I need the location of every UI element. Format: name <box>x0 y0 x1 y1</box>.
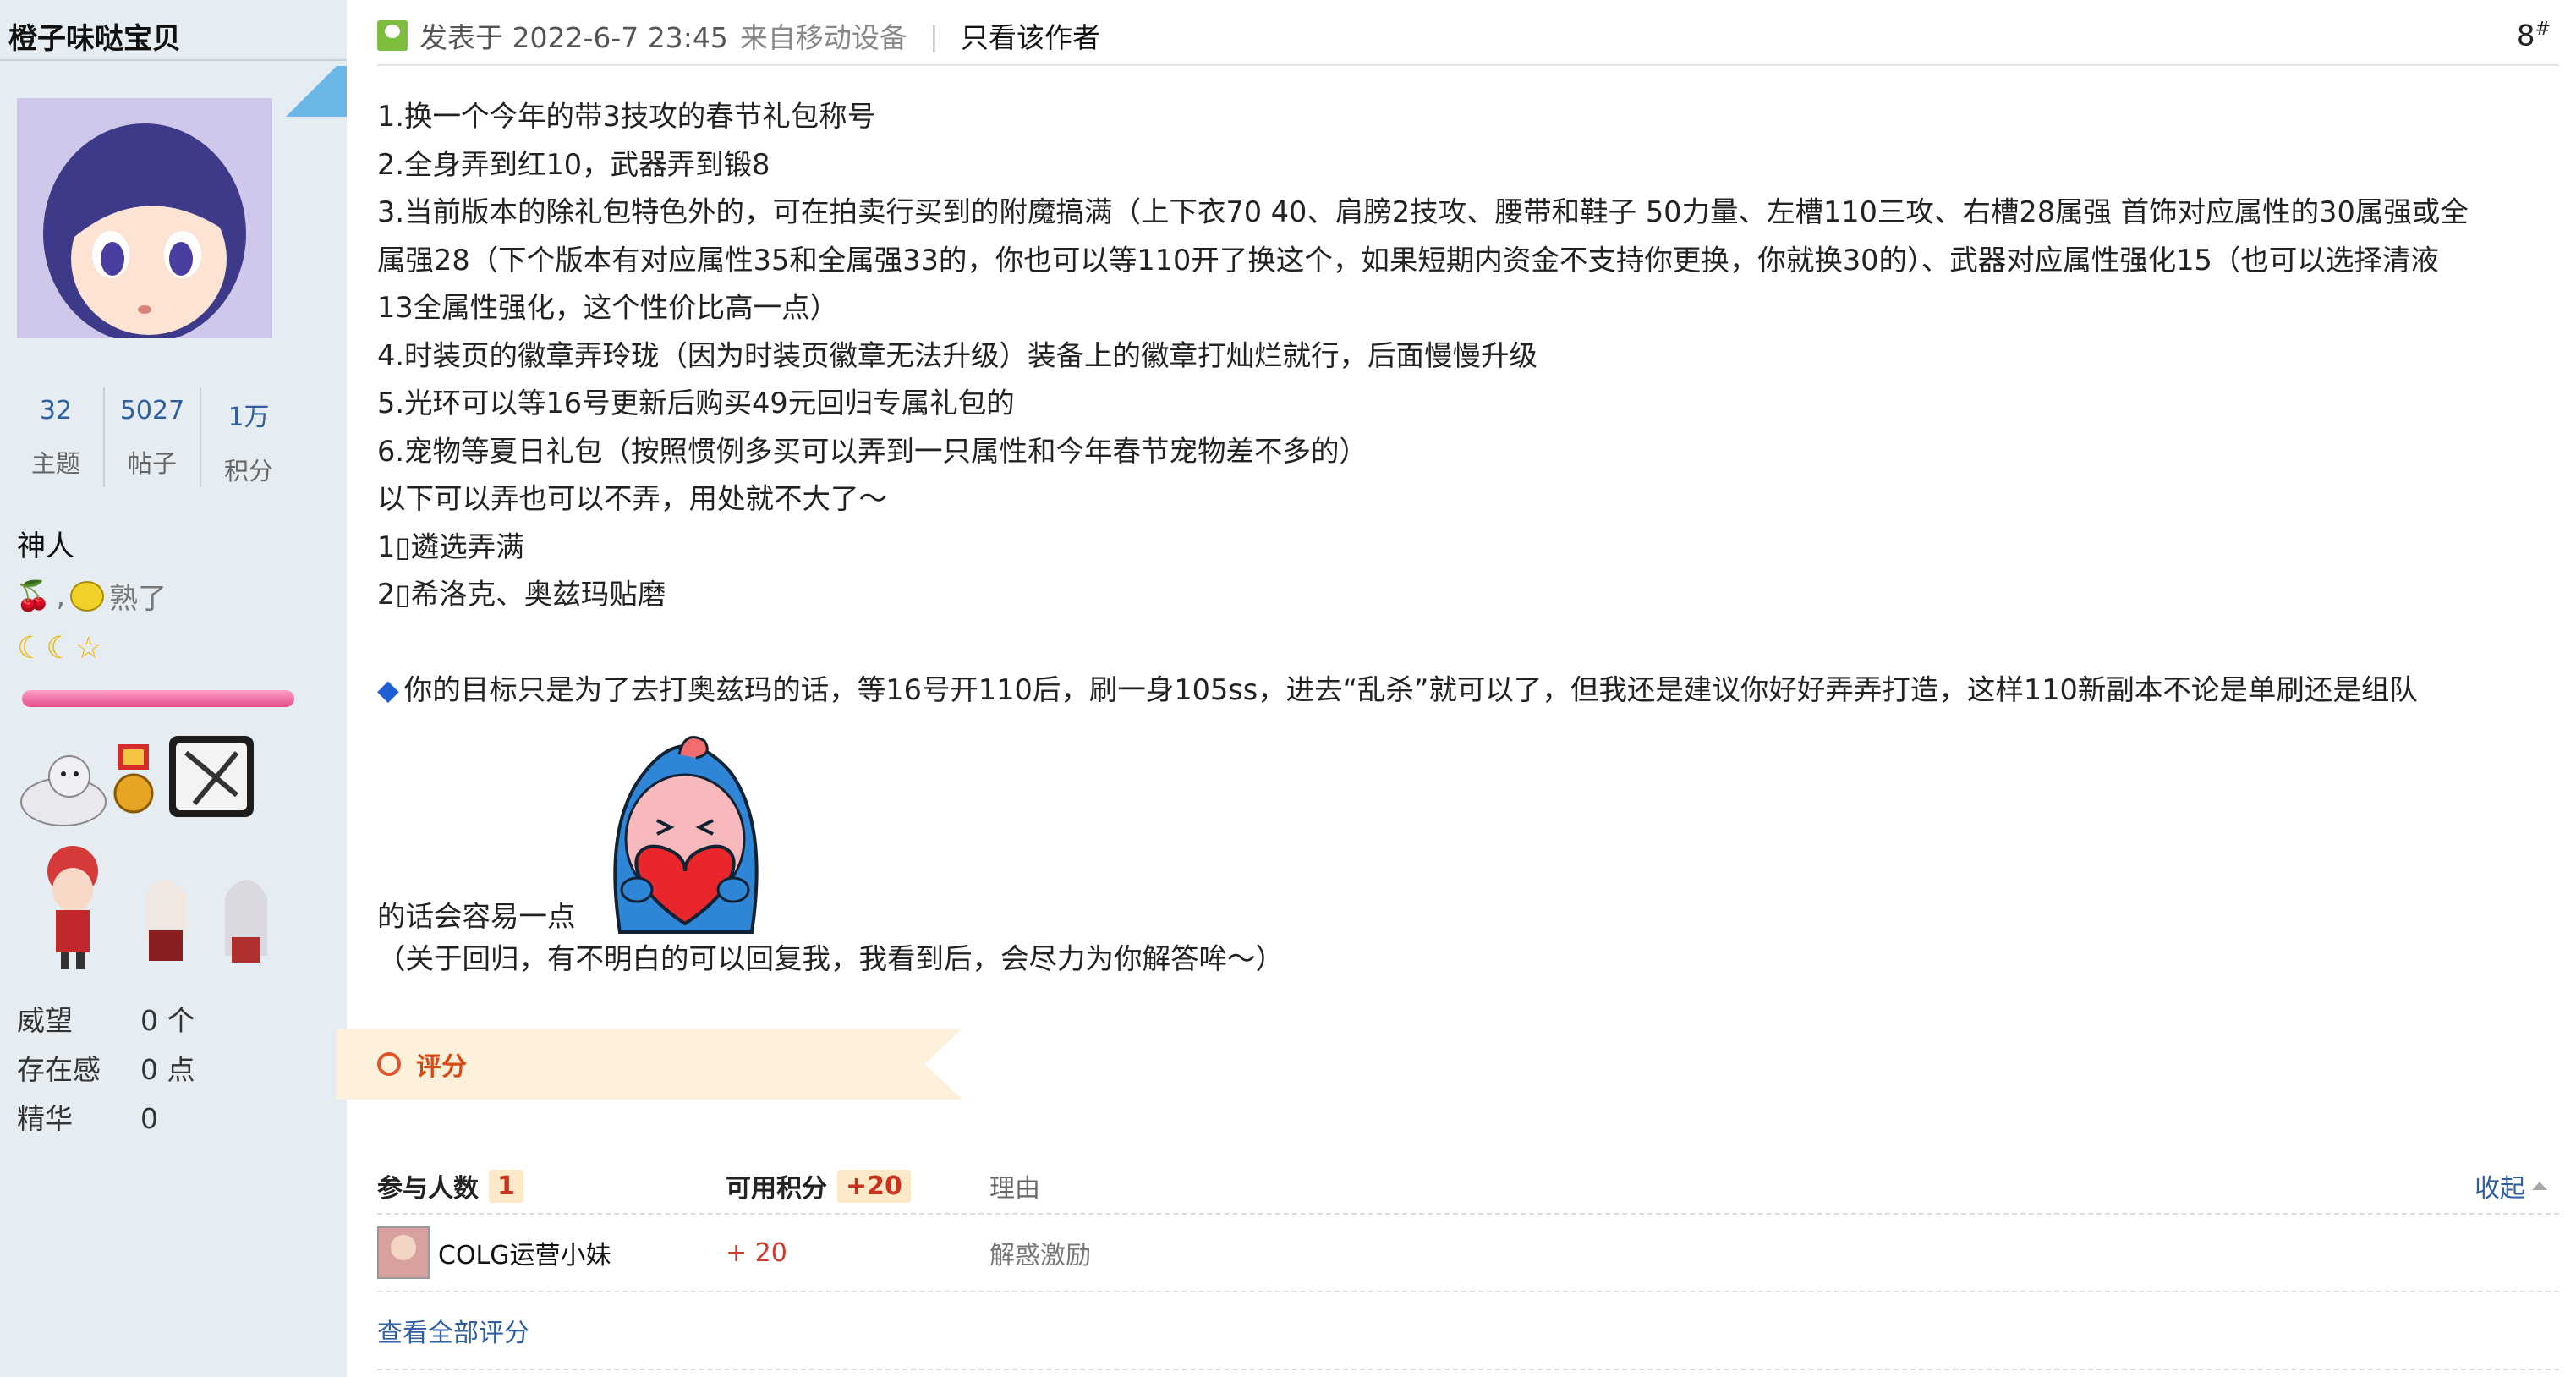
rater-avatar[interactable] <box>377 1226 430 1279</box>
stat-posts[interactable]: 5027 帖子 <box>103 387 200 487</box>
rating-reason: 解惑激励 <box>989 1241 1091 1270</box>
stat-value: 1万 <box>227 403 270 432</box>
post-type-icon <box>377 20 408 51</box>
rater-name[interactable]: COLG运营小妹 <box>438 1234 611 1271</box>
goal-line: ◆ 你的目标只是为了去打奥兹玛的话，等16号开110后，刷一身105ss，进去“乱… <box>377 667 2559 715</box>
view-all-ratings-link[interactable]: 查看全部评分 <box>377 1312 529 1349</box>
rating-row: COLG运营小妹 + 20 解惑激励 <box>377 1215 2559 1292</box>
goal-text: 你的目标只是为了去打奥兹玛的话，等16号开110后，刷一身105ss，进去“乱杀… <box>403 672 2418 706</box>
collapse-label: 收起 <box>2475 1174 2525 1204</box>
medal-line: 🍒 , 熟了 <box>15 575 167 617</box>
avatar-image <box>18 98 271 338</box>
stat-label: 帖子 <box>127 449 177 478</box>
reason-header: 理由 <box>989 1174 1040 1204</box>
stat-label: 主题 <box>30 449 80 478</box>
stat-credits[interactable]: 1万 积分 <box>200 387 296 487</box>
rating-title[interactable]: 评分 <box>377 1045 467 1083</box>
stat-value: 5027 <box>119 396 185 425</box>
post-line: 13全属性强化，这个性价比高一点） <box>377 291 839 324</box>
rating-table-header: 参与人数 1 可用积分 +20 理由 收起 <box>377 1159 2559 1215</box>
user-rank[interactable]: 神人 <box>17 523 74 564</box>
chevron-up-icon <box>2532 1182 2547 1190</box>
cherry-icon: 🍒 <box>15 579 52 613</box>
participants-cell: 参与人数 1 <box>377 1167 726 1204</box>
avatar[interactable] <box>17 98 272 338</box>
stat-threads[interactable]: 32 主题 <box>8 387 103 487</box>
closing-line: （关于回归，有不明白的可以回复我，我看到后，会尽力为你解答哞～） <box>377 942 1284 975</box>
gender-corner-tag <box>286 66 347 117</box>
points-total: +20 <box>837 1169 911 1203</box>
level-moons-icon: ☾☾☆ <box>17 631 104 666</box>
participants-count: 1 <box>489 1169 523 1203</box>
rating-title-text: 评分 <box>416 1052 467 1082</box>
lemon-icon <box>70 580 105 612</box>
ring-icon <box>377 1052 401 1076</box>
info-key: 精华 <box>17 1102 73 1135</box>
info-value: 0 个 <box>140 1004 195 1037</box>
post-line: 1.换一个今年的带3技攻的春节礼包称号 <box>377 100 876 133</box>
post-content: 1.换一个今年的带3技攻的春节礼包称号 2.全身弄到红10，武器弄到锻8 3.当… <box>377 93 2559 984</box>
info-key: 存在感 <box>17 1053 101 1086</box>
only-author-link[interactable]: 只看该作者 <box>961 15 1100 56</box>
info-value: 0 点 <box>140 1053 195 1086</box>
collapse-button[interactable]: 收起 <box>2475 1167 2547 1204</box>
author-name[interactable]: 橙子味哒宝贝 <box>8 15 181 57</box>
post-line: 4.时装页的徽章弄玲珑（因为时装页徽章无法升级）装备上的徽章打灿烂就行，后面慢慢… <box>377 338 1537 372</box>
post-line: 5.光环可以等16号更新后购买49元回归专属礼包的 <box>377 387 1015 420</box>
participants-label: 参与人数 <box>377 1174 479 1204</box>
post-time: 发表于 2022-6-7 23:45 <box>419 21 728 54</box>
rating-table: 参与人数 1 可用积分 +20 理由 收起 COLG运营小妹 + 20 解惑激励… <box>377 1159 2559 1370</box>
rating-footer: 查看全部评分 <box>377 1292 2559 1370</box>
author-extra-info: 威望 0 个 存在感 0 点 精华 0 <box>17 996 195 1144</box>
seal-medal-icons <box>20 736 254 826</box>
post-line: 以下可以弄也可以不弄，用处就不大了～ <box>377 482 887 515</box>
points-label: 可用积分 <box>726 1174 827 1204</box>
diamond-icon: ◆ <box>377 672 399 706</box>
header-underline <box>377 64 2559 66</box>
divider <box>0 59 347 61</box>
easier-text: 的话会容易一点 <box>377 900 576 933</box>
heart-sticker-icon <box>586 721 784 935</box>
info-reputation: 威望 0 个 <box>17 996 195 1045</box>
info-digest: 精华 0 <box>17 1094 195 1144</box>
post-line: 2▯希洛克、奥兹玛贴磨 <box>377 578 666 611</box>
points-cell: 可用积分 +20 <box>726 1167 989 1204</box>
character-sprite-icons <box>47 846 267 969</box>
post-line: 3.当前版本的除礼包特色外的，可在拍卖行买到的附魔搞满（上下衣70 40、肩膀2… <box>377 195 2469 228</box>
stat-label: 积分 <box>223 457 273 486</box>
post-line: 1▯遴选弄满 <box>377 529 524 563</box>
floor-value: 8 <box>2516 19 2535 53</box>
post-line: 属强28（下个版本有对应属性35和全属强33的，你也可以等110开了换这个，如果… <box>377 243 2439 277</box>
info-key: 威望 <box>17 1004 73 1037</box>
rater-cell: COLG运营小妹 <box>377 1226 726 1279</box>
character-badges-row[interactable] <box>14 837 284 973</box>
rating-points: + 20 <box>726 1237 787 1268</box>
medal-badges-row[interactable] <box>17 727 262 829</box>
medal-text: 熟了 <box>109 582 167 616</box>
author-stats: 32 主题 5027 帖子 1万 积分 <box>8 387 296 487</box>
sticker-line: 的话会容易一点 <box>377 721 2559 935</box>
post-line: 2.全身弄到红10，武器弄到锻8 <box>377 147 770 181</box>
stat-value: 32 <box>39 396 73 425</box>
floor-mark: # <box>2535 18 2551 40</box>
post-line: 6.宠物等夏日礼包（按照惯例多买可以弄到一只属性和今年春节宠物差不多的） <box>377 434 1367 468</box>
info-presence: 存在感 0 点 <box>17 1045 195 1094</box>
info-value: 0 <box>140 1102 158 1135</box>
header-divider: | <box>929 19 939 52</box>
post-header: 发表于 2022-6-7 23:45 来自移动设备 | 只看该作者 8# <box>377 12 2559 59</box>
floor-number[interactable]: 8# <box>2517 19 2551 52</box>
post-device: 来自移动设备 <box>739 21 907 54</box>
level-progress-bar <box>22 690 294 707</box>
author-sidebar: 橙子味哒宝贝 32 主题 5027 帖子 1万 积分 神人 🍒 , 熟了 ☾☾☆… <box>0 0 347 1377</box>
comma: , <box>56 579 66 613</box>
